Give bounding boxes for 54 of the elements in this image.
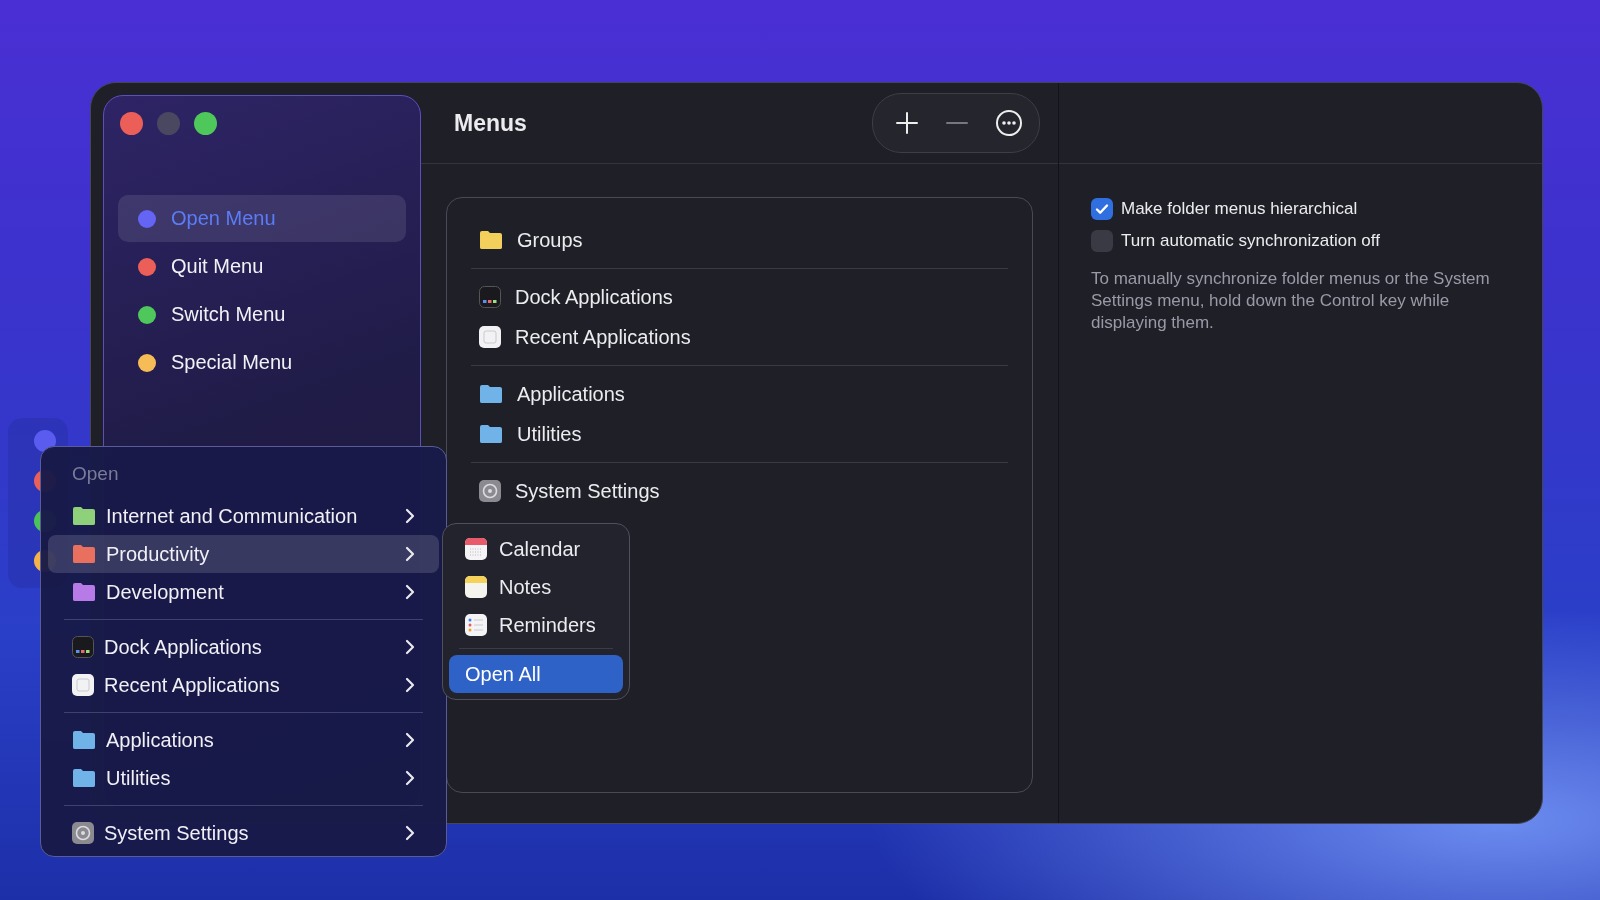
chevron-right-icon bbox=[405, 508, 415, 524]
more-icon bbox=[995, 109, 1023, 137]
chevron-right-icon bbox=[405, 584, 415, 600]
checkmark-icon bbox=[1094, 201, 1110, 217]
menu-item[interactable]: Recent Applications bbox=[48, 666, 439, 704]
window-icon bbox=[72, 674, 94, 696]
menu-item[interactable]: Applications bbox=[48, 721, 439, 759]
dock-icon bbox=[72, 636, 94, 658]
checkbox-label: Turn automatic synchronization off bbox=[1121, 231, 1380, 251]
plus-icon bbox=[895, 111, 919, 135]
more-button[interactable] bbox=[995, 109, 1023, 137]
minus-icon bbox=[945, 121, 969, 125]
menu-item[interactable]: Reminders bbox=[449, 606, 623, 644]
gear-icon bbox=[72, 822, 94, 844]
close-button[interactable] bbox=[120, 112, 143, 135]
reminders-icon bbox=[465, 614, 487, 636]
menu-item[interactable]: Utilities bbox=[48, 759, 439, 797]
zoom-button[interactable] bbox=[194, 112, 217, 135]
chevron-right-icon bbox=[405, 732, 415, 748]
menu-item[interactable]: System Settings bbox=[48, 814, 439, 852]
chevron-right-icon bbox=[405, 770, 415, 786]
chevron-right-icon bbox=[405, 639, 415, 655]
chevron-right-icon bbox=[405, 825, 415, 841]
sidebar-item[interactable]: Quit Menu bbox=[118, 243, 406, 290]
menu-list-item[interactable]: Dock Applications bbox=[471, 277, 1008, 317]
menu-list-item[interactable]: Groups bbox=[471, 220, 1008, 260]
menu-list-item[interactable]: System Settings bbox=[471, 471, 1008, 511]
help-text: To manually synchronize folder menus or the System Settings menu, hold down the Control key while displaying them. bbox=[1091, 268, 1491, 334]
menu-item[interactable]: Development bbox=[48, 573, 439, 611]
window-title: Menus bbox=[454, 109, 527, 137]
menu-item[interactable]: Dock Applications bbox=[48, 628, 439, 666]
menu-item[interactable]: Internet and Communication bbox=[48, 497, 439, 535]
menu-item[interactable]: Notes bbox=[449, 568, 623, 606]
add-button[interactable] bbox=[895, 111, 919, 135]
remove-button[interactable] bbox=[945, 121, 969, 125]
menu-list-item[interactable]: Utilities bbox=[471, 414, 1008, 454]
checkbox[interactable] bbox=[1091, 230, 1113, 252]
menu-item[interactable]: Open All bbox=[449, 655, 623, 693]
checkbox[interactable] bbox=[1091, 198, 1113, 220]
chevron-right-icon bbox=[405, 546, 415, 562]
menu-list-item[interactable]: Recent Applications bbox=[471, 317, 1008, 357]
notes-icon bbox=[465, 576, 487, 598]
sidebar-item[interactable]: Switch Menu bbox=[118, 291, 406, 338]
window-icon bbox=[479, 326, 501, 348]
checkbox-label: Make folder menus hierarchical bbox=[1121, 199, 1358, 219]
menu-item[interactable]: Calendar bbox=[449, 530, 623, 568]
dock-icon bbox=[479, 286, 501, 308]
chevron-right-icon bbox=[405, 677, 415, 693]
sidebar-item[interactable]: Special Menu bbox=[118, 339, 406, 386]
menu-header: Open bbox=[71, 462, 120, 486]
gear-icon bbox=[479, 480, 501, 502]
menu-list-item[interactable]: Applications bbox=[471, 374, 1008, 414]
menu-item[interactable]: Productivity bbox=[48, 535, 439, 573]
calendar-icon bbox=[465, 538, 487, 560]
